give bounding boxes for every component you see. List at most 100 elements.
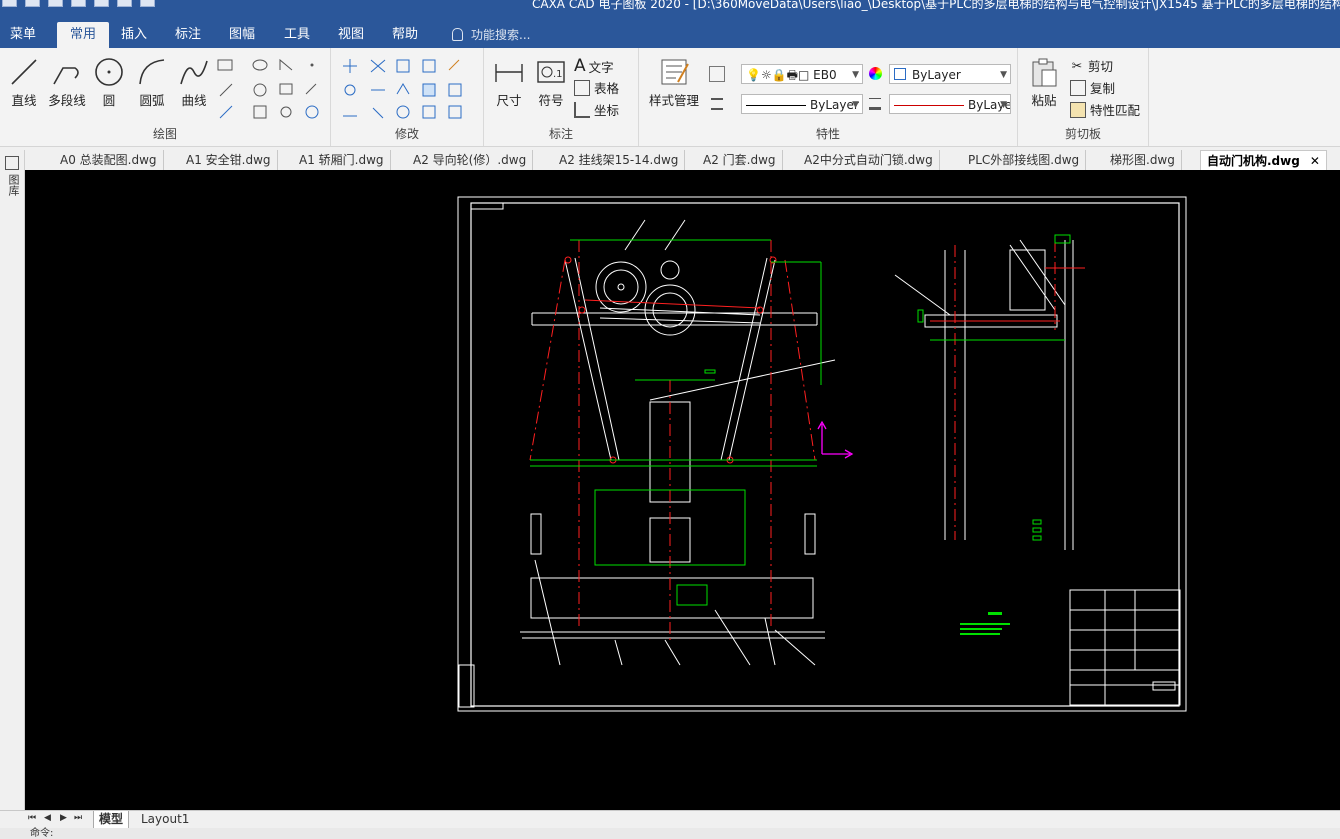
modify-tools-icon[interactable] [339,54,479,124]
layer-state-icons: 💡☼🔒🖶□ [746,68,814,82]
next-layout-icon[interactable]: ▶ [60,813,67,823]
doc-tab[interactable]: A2中分式自动门锁.dwg [798,150,940,170]
table-button[interactable]: 表格 [574,78,619,97]
lightbulb-icon [452,28,463,41]
draw-group: 直线 多段线 圆 圆弧 曲线 绘图 [0,48,331,146]
open-file-icon[interactable] [25,0,40,7]
library-icon[interactable] [5,156,19,170]
doc-tab[interactable]: A1 安全钳.dwg [180,150,278,170]
lineweight-select[interactable]: ByLaye ▼ [889,94,1011,114]
menu-tab-view[interactable]: 视图 [332,22,370,48]
doc-tab[interactable]: A2 导向轮(修）.dwg [407,150,534,170]
undo-icon[interactable] [117,0,132,7]
style-manager-label: 样式管理 [648,93,699,108]
layer-value: EB0 [813,68,837,82]
print-icon[interactable] [94,0,109,7]
curve-button[interactable]: 曲线 [176,56,212,109]
chevron-down-icon: ▼ [1000,70,1007,80]
brush-icon [1070,101,1086,118]
table-icon [574,79,590,96]
draw-small-tools-icon[interactable] [214,54,326,124]
doc-tab[interactable]: A1 轿厢门.dwg [293,150,391,170]
layout-tab-model[interactable]: 模型 [93,811,130,829]
menu-tab-sheet[interactable]: 图幅 [223,22,261,48]
menu-tab-common[interactable]: 常用 [57,22,109,48]
redo-icon[interactable] [140,0,155,7]
doc-tab[interactable]: PLC外部接线图.dwg [962,150,1087,170]
search-placeholder: 功能搜索... [471,28,531,42]
copy-label: 复制 [1090,81,1116,96]
dimension-button[interactable]: 尺寸 [492,56,526,109]
color-wheel-icon[interactable] [869,67,882,80]
title-bar: CAXA CAD 电子图板 2020 - [D:\360MoveData\Use… [0,0,1340,22]
layer-select[interactable]: 💡☼🔒🖶□ EB0 ▼ [741,64,863,84]
last-layout-icon[interactable]: ⏭ [74,813,82,823]
arc-label: 圆弧 [139,93,165,108]
color-select[interactable]: ByLayer ▼ [889,64,1011,84]
polyline-icon [53,67,79,85]
command-line[interactable]: 命令: [0,828,1340,839]
modify-group-label: 修改 [394,127,419,141]
style-manager-button[interactable]: 样式管理 [643,56,705,109]
doc-tab-active[interactable]: 自动门机构.dwg ✕ [1200,150,1327,171]
new-file-icon[interactable] [2,0,17,7]
chevron-down-icon: ▼ [852,70,859,80]
polyline-button[interactable]: 多段线 [46,56,88,109]
cut-label: 剪切 [1088,59,1114,74]
paste-icon [1032,58,1057,87]
save-icon[interactable] [48,0,63,7]
library-tab[interactable]: 图库 [5,174,20,196]
symbol-icon: .1 [537,61,565,83]
table-label: 表格 [594,81,620,96]
linetype-preview [746,105,806,106]
coordinate-label: 坐标 [594,103,620,118]
layer-manager-icon[interactable] [709,66,725,82]
quick-access-toolbar [2,0,155,7]
layout-tab-bar: ⏮ ◀ ▶ ⏭ 模型 Layout1 [0,810,1340,829]
coordinate-button[interactable]: 坐标 [574,100,619,119]
svg-text:.1: .1 [553,69,563,80]
clipboard-group-label: 剪切板 [1064,127,1101,141]
ribbon: 直线 多段线 圆 圆弧 曲线 绘图 修改 尺寸 .1 符号 A 文字 表格 坐标… [0,48,1340,147]
circle-button[interactable]: 圆 [92,56,126,109]
symbol-label: 符号 [538,93,564,108]
color-swatch-icon [894,68,906,80]
cut-button[interactable]: ✂ 剪切 [1070,56,1113,75]
linetype-select[interactable]: ByLayer ▼ [741,94,863,114]
first-layout-icon[interactable]: ⏮ [28,813,36,823]
prev-layout-icon[interactable]: ◀ [44,813,51,823]
doc-tab[interactable]: A2 门套.dwg [697,150,783,170]
menu-main[interactable]: 菜单 [4,22,42,48]
close-icon[interactable]: ✕ [1310,154,1320,168]
menu-tab-tools[interactable]: 工具 [278,22,316,48]
linetype-icon[interactable] [711,98,723,110]
arc-button[interactable]: 圆弧 [134,56,170,109]
line-icon [11,59,37,85]
doc-tab-active-label: 自动门机构.dwg [1207,154,1300,168]
text-button[interactable]: A 文字 [574,56,614,76]
function-search[interactable]: 功能搜索... [452,22,530,48]
line-button[interactable]: 直线 [8,56,40,109]
layout-tab-layout1[interactable]: Layout1 [136,811,194,828]
doc-tab[interactable]: A2 挂线架15-14.dwg [553,150,686,170]
menu-tab-insert[interactable]: 插入 [115,22,153,48]
line-label: 直线 [11,93,37,108]
copy-button[interactable]: 复制 [1070,78,1115,97]
match-properties-button[interactable]: 特性匹配 [1070,100,1140,119]
drawing-canvas[interactable] [25,170,1340,810]
lineweight-icon[interactable] [869,98,881,110]
text-label: 文字 [588,59,614,75]
paste-button[interactable]: 粘贴 [1026,56,1062,109]
copy-icon [1070,79,1086,96]
menu-bar: 菜单 常用 插入 标注 图幅 工具 视图 帮助 功能搜索... [0,22,1340,48]
annotate-group-label: 标注 [548,127,573,141]
draw-group-label: 绘图 [152,127,177,141]
arc-icon [139,59,165,85]
circle-label: 圆 [102,93,116,108]
doc-tab[interactable]: 梯形图.dwg [1104,150,1182,170]
doc-tab[interactable]: A0 总装配图.dwg [54,150,164,170]
menu-tab-annotate[interactable]: 标注 [169,22,207,48]
menu-tab-help[interactable]: 帮助 [386,22,424,48]
save-as-icon[interactable] [71,0,86,7]
symbol-button[interactable]: .1 符号 [534,56,568,109]
